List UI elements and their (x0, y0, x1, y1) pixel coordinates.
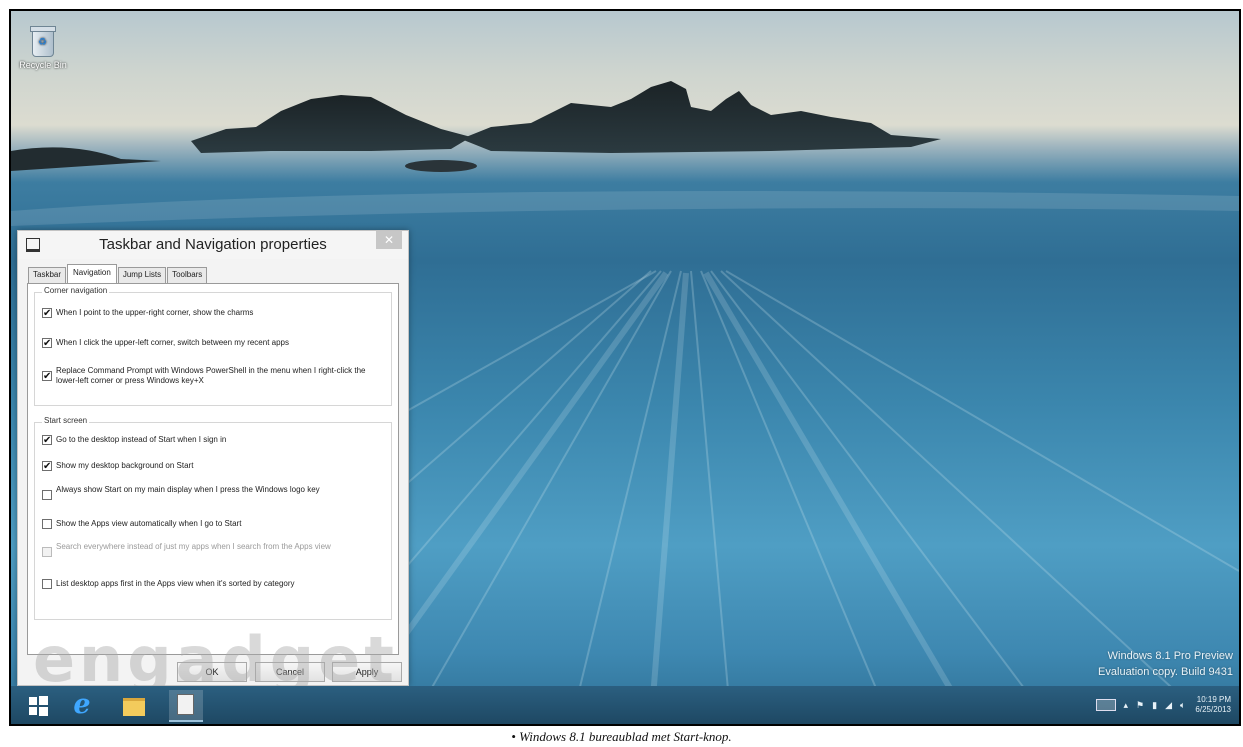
start-screen-legend: Start screen (42, 416, 90, 425)
screenshot-frame: ♻ Recycle Bin Taskbar and Navigation pro… (9, 9, 1241, 726)
taskbar: e ▴ ⚑ ▮ ◢ 🔈︎ 10:19 PM 6/25/2013 (11, 686, 1239, 724)
recycle-bin-shortcut[interactable]: ♻ Recycle Bin (15, 26, 71, 70)
system-tray: ▴ ⚑ ▮ ◢ 🔈︎ 10:19 PM 6/25/2013 (1092, 689, 1231, 721)
taskbar-navigation-properties-dialog: Taskbar and Navigation properties ✕ Task… (17, 230, 409, 686)
option-show-desktop-background-label: Show my desktop background on Start (56, 461, 194, 470)
volume-icon[interactable]: 🔈︎ (1180, 700, 1185, 711)
clock[interactable]: 10:19 PM 6/25/2013 (1195, 695, 1231, 715)
close-button[interactable]: ✕ (376, 231, 402, 249)
checkbox-switch-recent-apps[interactable]: ✔ (42, 338, 52, 349)
option-show-apps-view[interactable]: Show the Apps view automatically when I … (42, 519, 372, 529)
option-search-everywhere: Search everywhere instead of just my app… (42, 542, 372, 557)
action-center-flag-icon[interactable]: ⚑ (1136, 700, 1144, 711)
desktop: ♻ Recycle Bin Taskbar and Navigation pro… (11, 11, 1239, 724)
recycle-bin-icon: ♻ (30, 26, 56, 57)
tab-navigation[interactable]: Navigation (67, 264, 117, 283)
corner-navigation-group: Corner navigation ✔ When I point to the … (34, 286, 392, 406)
caption-text: Windows 8.1 bureaublad met Start-knop. (519, 729, 732, 744)
navigation-tab-panel: Corner navigation ✔ When I point to the … (27, 283, 399, 655)
internet-explorer-icon[interactable]: e (67, 690, 97, 720)
option-switch-recent-apps[interactable]: ✔ When I click the upper-left corner, sw… (42, 338, 372, 349)
windows-logo-icon[interactable] (23, 690, 53, 720)
option-replace-command-prompt[interactable]: ✔ Replace Command Prompt with Windows Po… (42, 366, 372, 386)
option-replace-command-prompt-label: Replace Command Prompt with Windows Powe… (56, 366, 366, 385)
option-show-charms-label: When I point to the upper-right corner, … (56, 308, 254, 317)
option-always-show-start[interactable]: Always show Start on my main display whe… (42, 485, 372, 500)
option-search-everywhere-label: Search everywhere instead of just my app… (56, 542, 331, 551)
option-list-desktop-apps-first-label: List desktop apps first in the Apps view… (56, 579, 295, 588)
checkbox-show-desktop-background[interactable]: ✔ (42, 461, 52, 472)
evaluation-copy-text: Evaluation copy. Build 9431 (1098, 666, 1233, 678)
option-go-to-desktop-label: Go to the desktop instead of Start when … (56, 435, 227, 444)
touch-keyboard-icon[interactable] (1095, 699, 1116, 711)
corner-navigation-legend: Corner navigation (42, 286, 110, 295)
clock-time: 10:19 PM (1196, 695, 1231, 704)
dialog-title: Taskbar and Navigation properties (99, 236, 327, 253)
tab-taskbar[interactable]: Taskbar (28, 267, 67, 283)
option-go-to-desktop[interactable]: ✔ Go to the desktop instead of Start whe… (42, 435, 372, 446)
clock-date: 6/25/2013 (1195, 705, 1231, 714)
start-screen-group: Start screen ✔ Go to the desktop instead… (34, 416, 392, 620)
checkbox-replace-command-prompt[interactable]: ✔ (42, 371, 52, 382)
option-switch-recent-apps-label: When I click the upper-left corner, swit… (56, 338, 289, 347)
option-list-desktop-apps-first[interactable]: List desktop apps first in the Apps view… (42, 579, 372, 589)
battery-icon[interactable]: ▮ (1152, 700, 1157, 711)
windows-version-watermark: Windows 8.1 Pro Preview Evaluation copy.… (1098, 648, 1233, 680)
option-show-desktop-background[interactable]: ✔ Show my desktop background on Start (42, 461, 372, 472)
option-show-apps-view-label: Show the Apps view automatically when I … (56, 519, 242, 528)
tab-toolbars[interactable]: Toolbars (167, 267, 208, 283)
checkbox-always-show-start[interactable] (42, 490, 52, 500)
network-icon[interactable]: ◢ (1165, 700, 1172, 711)
figure-caption: • Windows 8.1 bureaublad met Start-knop. (511, 729, 732, 744)
windows-version-text: Windows 8.1 Pro Preview (1107, 650, 1233, 662)
tab-jump-lists[interactable]: Jump Lists (117, 267, 167, 283)
option-always-show-start-label: Always show Start on my main display whe… (56, 485, 320, 494)
file-explorer-icon[interactable] (119, 690, 149, 720)
checkbox-search-everywhere (42, 547, 52, 557)
properties-window-icon[interactable] (169, 690, 203, 722)
dialog-tabs: Taskbar Navigation Jump Lists Toolbars (28, 264, 208, 283)
option-show-charms[interactable]: ✔ When I point to the upper-right corner… (42, 308, 372, 319)
recycle-bin-label: Recycle Bin (19, 60, 67, 70)
checkbox-show-apps-view[interactable] (42, 519, 52, 529)
checkbox-show-charms[interactable]: ✔ (42, 308, 52, 319)
dialog-titlebar[interactable]: Taskbar and Navigation properties ✕ (18, 231, 408, 259)
checkbox-list-desktop-apps-first[interactable] (42, 579, 52, 589)
show-hidden-icons-chevron[interactable]: ▴ (1124, 700, 1129, 711)
checkbox-go-to-desktop[interactable]: ✔ (42, 435, 52, 446)
